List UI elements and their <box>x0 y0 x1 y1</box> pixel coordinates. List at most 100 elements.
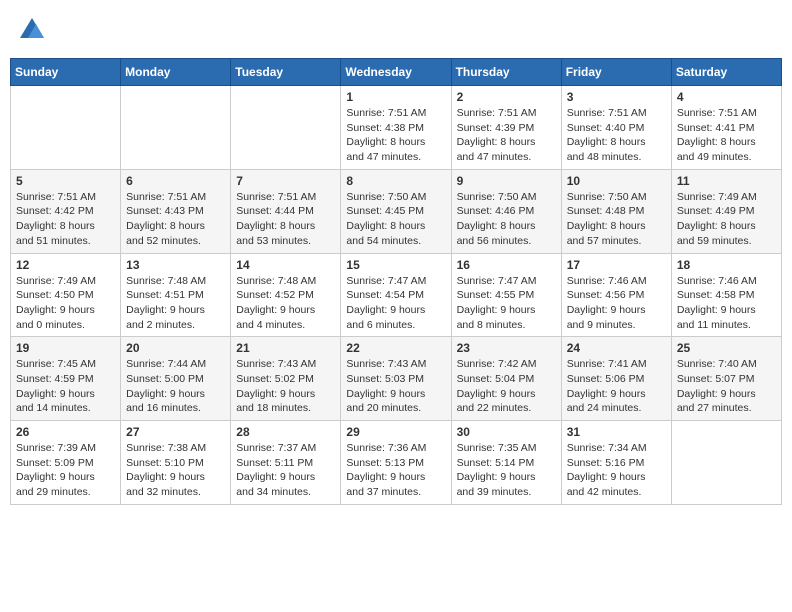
day-number: 17 <box>567 258 666 272</box>
day-info: Sunrise: 7:48 AM Sunset: 4:52 PM Dayligh… <box>236 274 335 333</box>
calendar-cell <box>11 86 121 170</box>
day-info: Sunrise: 7:42 AM Sunset: 5:04 PM Dayligh… <box>457 357 556 416</box>
calendar-cell: 15 Sunrise: 7:47 AM Sunset: 4:54 PM Dayli… <box>341 253 451 337</box>
day-info: Sunrise: 7:51 AM Sunset: 4:41 PM Dayligh… <box>677 106 776 165</box>
calendar-cell: 9 Sunrise: 7:50 AM Sunset: 4:46 PM Daylig… <box>451 169 561 253</box>
calendar-cell: 1Sunrise: 7:51 AM Sunset: 4:38 PM Daylig… <box>341 86 451 170</box>
day-number: 10 <box>567 174 666 188</box>
day-info: Sunrise: 7:35 AM Sunset: 5:14 PM Dayligh… <box>457 441 556 500</box>
calendar-week-row: 5 Sunrise: 7:51 AM Sunset: 4:42 PM Daylig… <box>11 169 782 253</box>
calendar-cell: 31 Sunrise: 7:34 AM Sunset: 5:16 PM Dayli… <box>561 421 671 505</box>
day-of-week-header: Wednesday <box>341 59 451 86</box>
day-of-week-header: Friday <box>561 59 671 86</box>
calendar-cell: 26 Sunrise: 7:39 AM Sunset: 5:09 PM Dayli… <box>11 421 121 505</box>
calendar-cell: 28 Sunrise: 7:37 AM Sunset: 5:11 PM Dayli… <box>231 421 341 505</box>
day-number: 26 <box>16 425 115 439</box>
calendar-cell: 18 Sunrise: 7:46 AM Sunset: 4:58 PM Dayli… <box>671 253 781 337</box>
day-info: Sunrise: 7:51 AM Sunset: 4:44 PM Dayligh… <box>236 190 335 249</box>
logo <box>16 14 52 46</box>
page-header <box>10 10 782 50</box>
day-number: 21 <box>236 341 335 355</box>
day-info: Sunrise: 7:45 AM Sunset: 4:59 PM Dayligh… <box>16 357 115 416</box>
calendar-cell: 16 Sunrise: 7:47 AM Sunset: 4:55 PM Dayli… <box>451 253 561 337</box>
calendar-cell: 4Sunrise: 7:51 AM Sunset: 4:41 PM Daylig… <box>671 86 781 170</box>
day-info: Sunrise: 7:44 AM Sunset: 5:00 PM Dayligh… <box>126 357 225 416</box>
calendar-cell: 6Sunrise: 7:51 AM Sunset: 4:43 PM Daylig… <box>121 169 231 253</box>
calendar-cell: 27Sunrise: 7:38 AM Sunset: 5:10 PM Dayli… <box>121 421 231 505</box>
calendar-header: SundayMondayTuesdayWednesdayThursdayFrid… <box>11 59 782 86</box>
day-info: Sunrise: 7:48 AM Sunset: 4:51 PM Dayligh… <box>126 274 225 333</box>
day-number: 5 <box>16 174 115 188</box>
day-number: 30 <box>457 425 556 439</box>
day-info: Sunrise: 7:46 AM Sunset: 4:58 PM Dayligh… <box>677 274 776 333</box>
calendar-cell: 20Sunrise: 7:44 AM Sunset: 5:00 PM Dayli… <box>121 337 231 421</box>
logo-icon <box>16 14 48 46</box>
day-of-week-header: Monday <box>121 59 231 86</box>
calendar-cell: 29Sunrise: 7:36 AM Sunset: 5:13 PM Dayli… <box>341 421 451 505</box>
day-info: Sunrise: 7:51 AM Sunset: 4:42 PM Dayligh… <box>16 190 115 249</box>
day-info: Sunrise: 7:50 AM Sunset: 4:48 PM Dayligh… <box>567 190 666 249</box>
day-info: Sunrise: 7:50 AM Sunset: 4:46 PM Dayligh… <box>457 190 556 249</box>
calendar-cell <box>121 86 231 170</box>
day-info: Sunrise: 7:39 AM Sunset: 5:09 PM Dayligh… <box>16 441 115 500</box>
day-number: 3 <box>567 90 666 104</box>
day-number: 16 <box>457 258 556 272</box>
day-number: 19 <box>16 341 115 355</box>
day-info: Sunrise: 7:50 AM Sunset: 4:45 PM Dayligh… <box>346 190 445 249</box>
calendar-cell: 23Sunrise: 7:42 AM Sunset: 5:04 PM Dayli… <box>451 337 561 421</box>
day-info: Sunrise: 7:40 AM Sunset: 5:07 PM Dayligh… <box>677 357 776 416</box>
day-number: 9 <box>457 174 556 188</box>
day-number: 2 <box>457 90 556 104</box>
day-info: Sunrise: 7:43 AM Sunset: 5:03 PM Dayligh… <box>346 357 445 416</box>
calendar-week-row: 26 Sunrise: 7:39 AM Sunset: 5:09 PM Dayli… <box>11 421 782 505</box>
calendar-cell: 17 Sunrise: 7:46 AM Sunset: 4:56 PM Dayli… <box>561 253 671 337</box>
calendar-cell: 3 Sunrise: 7:51 AM Sunset: 4:40 PM Daylig… <box>561 86 671 170</box>
day-number: 1 <box>346 90 445 104</box>
calendar-cell <box>231 86 341 170</box>
day-number: 15 <box>346 258 445 272</box>
day-info: Sunrise: 7:41 AM Sunset: 5:06 PM Dayligh… <box>567 357 666 416</box>
day-number: 14 <box>236 258 335 272</box>
day-number: 8 <box>346 174 445 188</box>
calendar-cell: 10 Sunrise: 7:50 AM Sunset: 4:48 PM Dayli… <box>561 169 671 253</box>
calendar-cell: 24 Sunrise: 7:41 AM Sunset: 5:06 PM Dayli… <box>561 337 671 421</box>
day-info: Sunrise: 7:34 AM Sunset: 5:16 PM Dayligh… <box>567 441 666 500</box>
calendar-cell: 21 Sunrise: 7:43 AM Sunset: 5:02 PM Dayli… <box>231 337 341 421</box>
calendar-cell <box>671 421 781 505</box>
calendar-cell: 22 Sunrise: 7:43 AM Sunset: 5:03 PM Dayli… <box>341 337 451 421</box>
calendar: SundayMondayTuesdayWednesdayThursdayFrid… <box>10 58 782 505</box>
day-info: Sunrise: 7:46 AM Sunset: 4:56 PM Dayligh… <box>567 274 666 333</box>
calendar-cell: 30 Sunrise: 7:35 AM Sunset: 5:14 PM Dayli… <box>451 421 561 505</box>
day-info: Sunrise: 7:49 AM Sunset: 4:49 PM Dayligh… <box>677 190 776 249</box>
day-info: Sunrise: 7:47 AM Sunset: 4:55 PM Dayligh… <box>457 274 556 333</box>
calendar-cell: 11 Sunrise: 7:49 AM Sunset: 4:49 PM Dayli… <box>671 169 781 253</box>
day-of-week-header: Thursday <box>451 59 561 86</box>
day-info: Sunrise: 7:51 AM Sunset: 4:39 PM Dayligh… <box>457 106 556 165</box>
day-number: 7 <box>236 174 335 188</box>
calendar-week-row: 12Sunrise: 7:49 AM Sunset: 4:50 PM Dayli… <box>11 253 782 337</box>
day-of-week-header: Tuesday <box>231 59 341 86</box>
calendar-cell: 5 Sunrise: 7:51 AM Sunset: 4:42 PM Daylig… <box>11 169 121 253</box>
calendar-cell: 25 Sunrise: 7:40 AM Sunset: 5:07 PM Dayli… <box>671 337 781 421</box>
calendar-week-row: 19 Sunrise: 7:45 AM Sunset: 4:59 PM Dayli… <box>11 337 782 421</box>
calendar-cell: 12Sunrise: 7:49 AM Sunset: 4:50 PM Dayli… <box>11 253 121 337</box>
calendar-cell: 13Sunrise: 7:48 AM Sunset: 4:51 PM Dayli… <box>121 253 231 337</box>
day-info: Sunrise: 7:36 AM Sunset: 5:13 PM Dayligh… <box>346 441 445 500</box>
day-number: 22 <box>346 341 445 355</box>
calendar-cell: 8 Sunrise: 7:50 AM Sunset: 4:45 PM Daylig… <box>341 169 451 253</box>
day-number: 28 <box>236 425 335 439</box>
day-info: Sunrise: 7:38 AM Sunset: 5:10 PM Dayligh… <box>126 441 225 500</box>
day-info: Sunrise: 7:51 AM Sunset: 4:43 PM Dayligh… <box>126 190 225 249</box>
day-info: Sunrise: 7:43 AM Sunset: 5:02 PM Dayligh… <box>236 357 335 416</box>
day-number: 11 <box>677 174 776 188</box>
day-info: Sunrise: 7:37 AM Sunset: 5:11 PM Dayligh… <box>236 441 335 500</box>
calendar-cell: 19 Sunrise: 7:45 AM Sunset: 4:59 PM Dayli… <box>11 337 121 421</box>
calendar-cell: 2 Sunrise: 7:51 AM Sunset: 4:39 PM Daylig… <box>451 86 561 170</box>
day-number: 31 <box>567 425 666 439</box>
day-number: 12 <box>16 258 115 272</box>
day-number: 18 <box>677 258 776 272</box>
day-info: Sunrise: 7:47 AM Sunset: 4:54 PM Dayligh… <box>346 274 445 333</box>
day-info: Sunrise: 7:51 AM Sunset: 4:40 PM Dayligh… <box>567 106 666 165</box>
day-number: 24 <box>567 341 666 355</box>
day-number: 25 <box>677 341 776 355</box>
